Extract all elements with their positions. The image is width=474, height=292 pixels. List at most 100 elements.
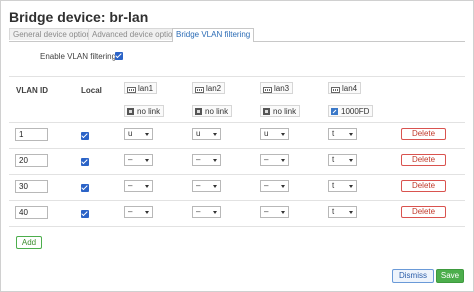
row-divider	[9, 174, 465, 175]
port-badge-3: lan4	[328, 82, 362, 94]
tab-advanced-device-options[interactable]: Advanced device options	[88, 28, 185, 40]
caret-down-icon	[213, 185, 217, 188]
delete-vlan-button[interactable]: Delete	[401, 180, 446, 192]
select-value: t	[332, 207, 335, 216]
port-membership-select[interactable]: –	[192, 180, 221, 192]
select-value: –	[264, 181, 269, 190]
port-badge-2: lan3	[260, 82, 294, 94]
plug-disconnected-icon	[127, 107, 134, 116]
port-status-badge-2: no link	[260, 105, 301, 117]
plug-disconnected-icon	[263, 107, 270, 116]
port-membership-select[interactable]: t	[328, 128, 357, 140]
port-badge-0: lan1	[124, 82, 158, 94]
delete-vlan-button[interactable]: Delete	[401, 154, 446, 166]
vlan-id-input[interactable]: 30	[15, 180, 48, 193]
caret-down-icon	[213, 211, 217, 214]
caret-down-icon	[281, 159, 285, 162]
vlan-filtering-label: Enable VLAN filtering	[40, 52, 117, 61]
port-name: lan3	[274, 84, 290, 93]
select-value: –	[128, 181, 133, 190]
port-membership-select[interactable]: u	[260, 128, 289, 140]
select-value: t	[332, 155, 335, 164]
select-value: u	[196, 129, 201, 138]
caret-down-icon	[281, 133, 285, 136]
select-value: –	[264, 207, 269, 216]
ethernet-port-icon	[195, 85, 204, 93]
port-membership-select[interactable]: t	[328, 154, 357, 166]
select-value: –	[196, 207, 201, 216]
caret-down-icon	[145, 159, 149, 162]
select-value: –	[196, 181, 201, 190]
caret-down-icon	[281, 185, 285, 188]
select-value: –	[196, 155, 201, 164]
local-checkbox[interactable]	[81, 158, 89, 166]
ethernet-port-icon	[127, 85, 136, 93]
port-membership-select[interactable]: –	[124, 154, 153, 166]
caret-down-icon	[281, 211, 285, 214]
caret-down-icon	[145, 211, 149, 214]
vlan-id-input[interactable]: 40	[15, 206, 48, 219]
port-status: no link	[205, 107, 229, 116]
caret-down-icon	[349, 159, 353, 162]
select-value: t	[332, 181, 335, 190]
port-name: lan1	[138, 84, 154, 93]
port-name: lan4	[342, 84, 358, 93]
local-checkbox[interactable]	[81, 132, 89, 140]
select-value: u	[128, 129, 133, 138]
table-top-divider	[9, 76, 465, 77]
port-status: no link	[273, 107, 297, 116]
delete-vlan-button[interactable]: Delete	[401, 128, 446, 140]
local-checkbox[interactable]	[81, 210, 89, 218]
add-vlan-button[interactable]: Add	[16, 236, 42, 249]
caret-down-icon	[145, 133, 149, 136]
dialog-title: Bridge device: br-lan	[9, 9, 149, 25]
local-checkbox[interactable]	[81, 184, 89, 192]
port-membership-select[interactable]: –	[124, 206, 153, 218]
vlan-filtering-checkbox[interactable]	[115, 52, 123, 60]
port-membership-select[interactable]: t	[328, 180, 357, 192]
caret-down-icon	[349, 133, 353, 136]
port-membership-select[interactable]: t	[328, 206, 357, 218]
port-status: no link	[137, 107, 161, 116]
column-header-local: Local	[81, 86, 102, 95]
dismiss-button[interactable]: Dismiss	[392, 269, 434, 283]
row-divider	[9, 122, 465, 123]
port-membership-select[interactable]: u	[192, 128, 221, 140]
port-membership-select[interactable]: –	[260, 180, 289, 192]
caret-down-icon	[145, 185, 149, 188]
caret-down-icon	[213, 133, 217, 136]
save-button[interactable]: Save	[436, 269, 464, 283]
port-status-badge-0: no link	[124, 105, 165, 117]
caret-down-icon	[349, 185, 353, 188]
port-name: lan2	[206, 84, 222, 93]
select-value: –	[128, 207, 133, 216]
select-value: u	[264, 129, 269, 138]
port-membership-select[interactable]: –	[192, 154, 221, 166]
port-badge-1: lan2	[192, 82, 226, 94]
caret-down-icon	[213, 159, 217, 162]
port-membership-select[interactable]: u	[124, 128, 153, 140]
column-header-vlan-id: VLAN ID	[16, 86, 48, 95]
select-value: –	[128, 155, 133, 164]
ethernet-port-icon	[331, 85, 340, 93]
plug-connected-icon	[331, 107, 338, 116]
port-membership-select[interactable]: –	[260, 154, 289, 166]
port-status: 1000FD	[341, 107, 370, 116]
delete-vlan-button[interactable]: Delete	[401, 206, 446, 218]
select-value: –	[264, 155, 269, 164]
select-value: t	[332, 129, 335, 138]
caret-down-icon	[349, 211, 353, 214]
port-membership-select[interactable]: –	[260, 206, 289, 218]
tab-general-device-options[interactable]: General device options	[9, 28, 99, 40]
tab-bridge-vlan-filtering[interactable]: Bridge VLAN filtering	[172, 28, 255, 42]
ethernet-port-icon	[263, 85, 272, 93]
tab-bar: General device options Advanced device o…	[9, 28, 465, 42]
port-membership-select[interactable]: –	[192, 206, 221, 218]
vlan-id-input[interactable]: 1	[15, 128, 48, 141]
port-status-badge-3: 1000FD	[328, 105, 374, 117]
port-membership-select[interactable]: –	[124, 180, 153, 192]
bridge-device-dialog: Bridge device: br-lan General device opt…	[0, 0, 474, 292]
vlan-id-input[interactable]: 20	[15, 154, 48, 167]
plug-disconnected-icon	[195, 107, 202, 116]
row-divider	[9, 226, 465, 227]
